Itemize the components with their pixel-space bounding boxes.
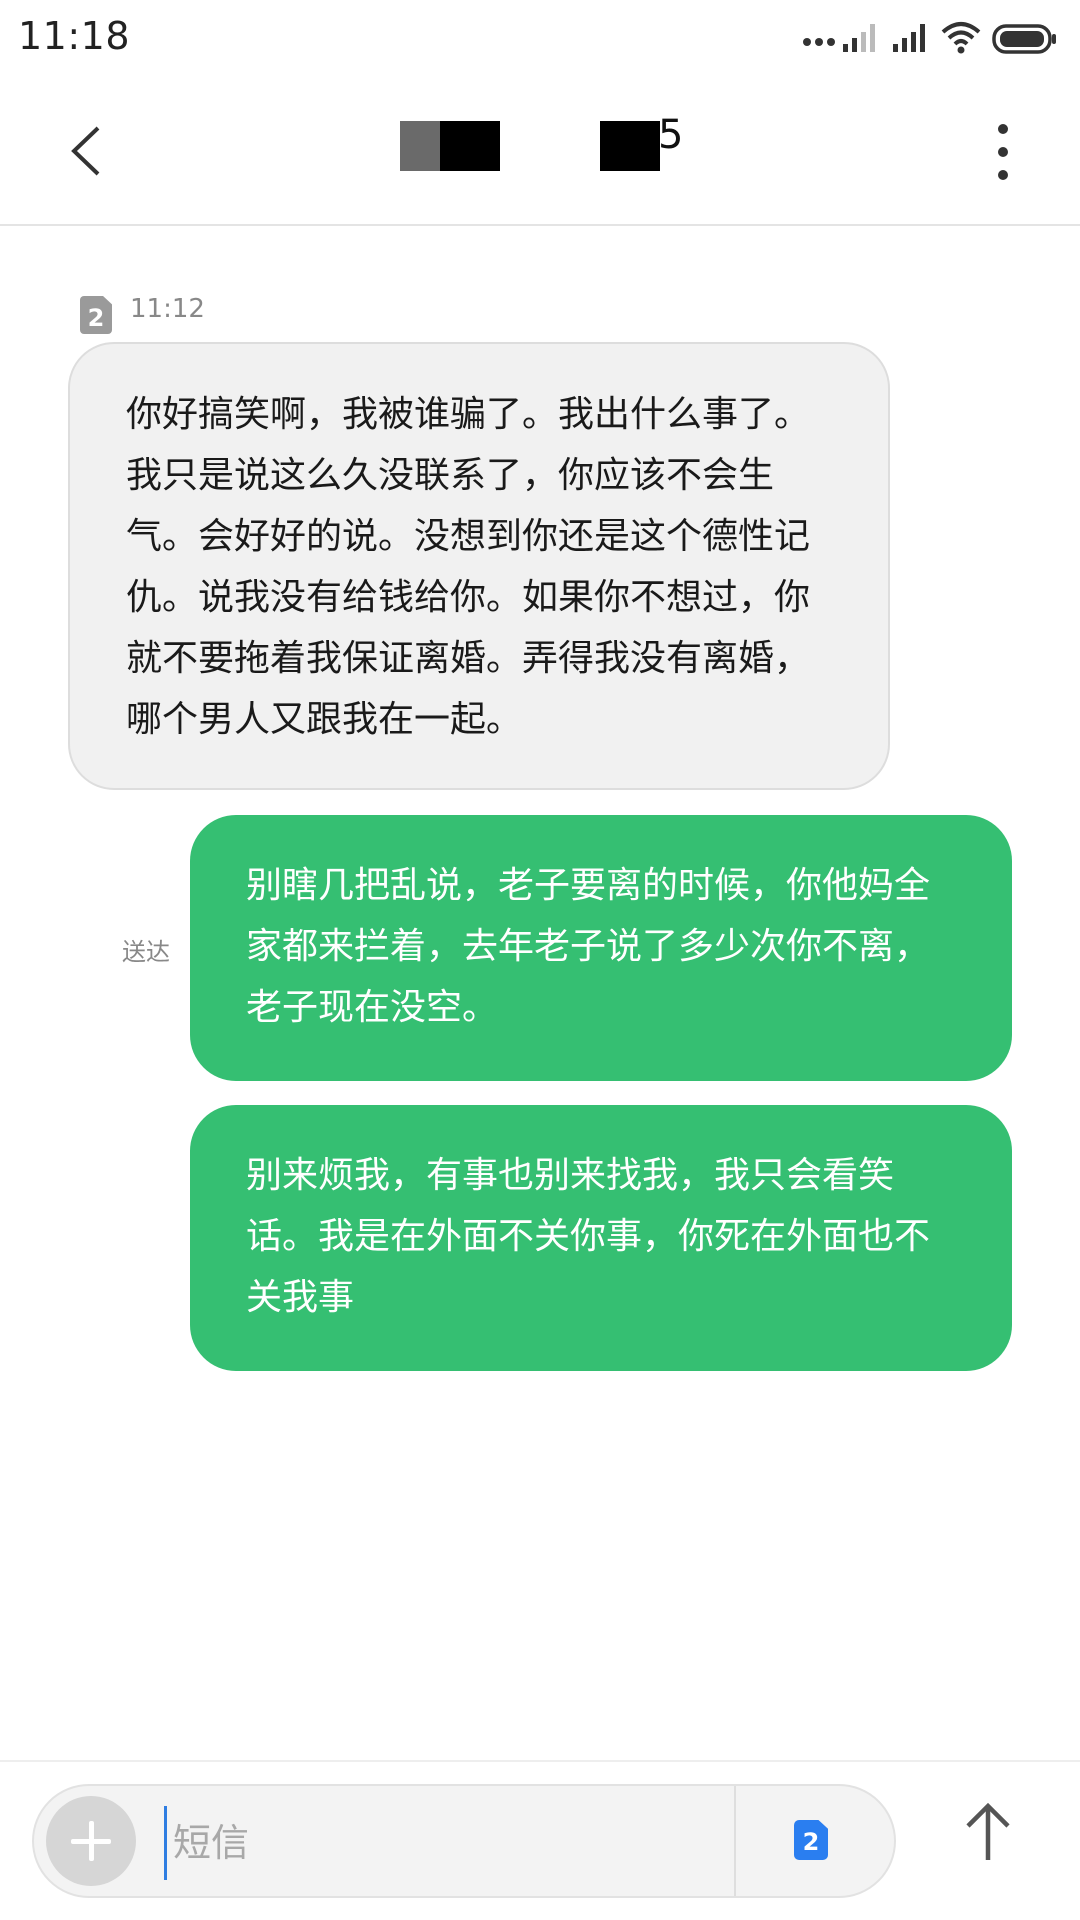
- more-vertical-icon: [998, 124, 1008, 134]
- delivery-status: 送达: [122, 938, 170, 966]
- more-vertical-icon: [998, 147, 1008, 157]
- message-line: 气。会好好的说。没想到你还是这个德性记: [126, 516, 811, 557]
- battery-icon: [992, 24, 1056, 54]
- composer-bar: 2: [0, 1760, 1080, 1920]
- signal-full-icon: [893, 24, 925, 52]
- message-line: 仇。说我没有给钱给你。如果你不想过，你: [126, 577, 811, 618]
- more-options-button[interactable]: [998, 124, 1010, 184]
- message-line: 就不要拖着我保证离婚。弄得我没有离婚，: [126, 638, 811, 679]
- send-button[interactable]: [960, 1798, 1016, 1868]
- contact-title: 5: [390, 112, 710, 176]
- message-line: 家都来拦着，去年老子说了多少次你不离，: [246, 926, 931, 967]
- status-time: 11:18: [18, 14, 131, 58]
- message-time: 11:12: [130, 294, 205, 324]
- plus-icon[interactable]: [46, 1796, 136, 1886]
- screen: 11:18 5 2 11:12 你好搞笑啊，我被谁骗了。我出什么事了。 我只是说…: [0, 0, 1080, 1920]
- incoming-message-bubble[interactable]: 你好搞笑啊，我被谁骗了。我出什么事了。 我只是说这么久没联系了，你应该不会生 气…: [68, 342, 890, 790]
- outgoing-message-bubble[interactable]: 别来烦我，有事也别来找我，我只会看笑 话。我是在外面不关你事，你死在外面也不 关…: [190, 1105, 1012, 1371]
- message-line: 老子现在没空。: [246, 987, 499, 1028]
- redacted-block: [600, 121, 660, 171]
- sms-input[interactable]: [164, 1806, 724, 1880]
- sim-card-icon: 2: [80, 296, 112, 334]
- wifi-icon: [941, 22, 981, 54]
- dots-icon: [803, 38, 835, 46]
- message-line: 哪个男人又跟我在一起。: [126, 699, 523, 740]
- message-line: 别瞎几把乱说，老子要离的时候，你他妈全: [246, 865, 931, 906]
- redacted-block: [400, 121, 500, 171]
- back-button[interactable]: [56, 116, 116, 186]
- message-line: 话。我是在外面不关你事，你死在外面也不: [246, 1216, 931, 1257]
- contact-title-suffix: 5: [658, 112, 684, 158]
- composer-pill: 2: [32, 1784, 896, 1898]
- chevron-left-icon: [71, 126, 100, 176]
- message-line: 你好搞笑啊，我被谁骗了。我出什么事了。: [126, 394, 811, 435]
- message-line: 关我事: [246, 1277, 355, 1318]
- arrow-up-icon: [966, 1802, 1010, 1860]
- message-line: 别来烦我，有事也别来找我，我只会看笑: [246, 1155, 895, 1196]
- more-vertical-icon: [998, 170, 1008, 180]
- sim-switch-icon[interactable]: 2: [794, 1820, 828, 1860]
- signal-weak-icon: [843, 24, 875, 52]
- app-bar: 5: [0, 76, 1080, 226]
- status-icons: [802, 16, 1062, 60]
- outgoing-message-bubble[interactable]: 别瞎几把乱说，老子要离的时候，你他妈全 家都来拦着，去年老子说了多少次你不离， …: [190, 815, 1012, 1081]
- message-line: 我只是说这么久没联系了，你应该不会生: [126, 455, 775, 496]
- status-bar: 11:18: [0, 0, 1080, 76]
- composer-divider: [734, 1786, 736, 1896]
